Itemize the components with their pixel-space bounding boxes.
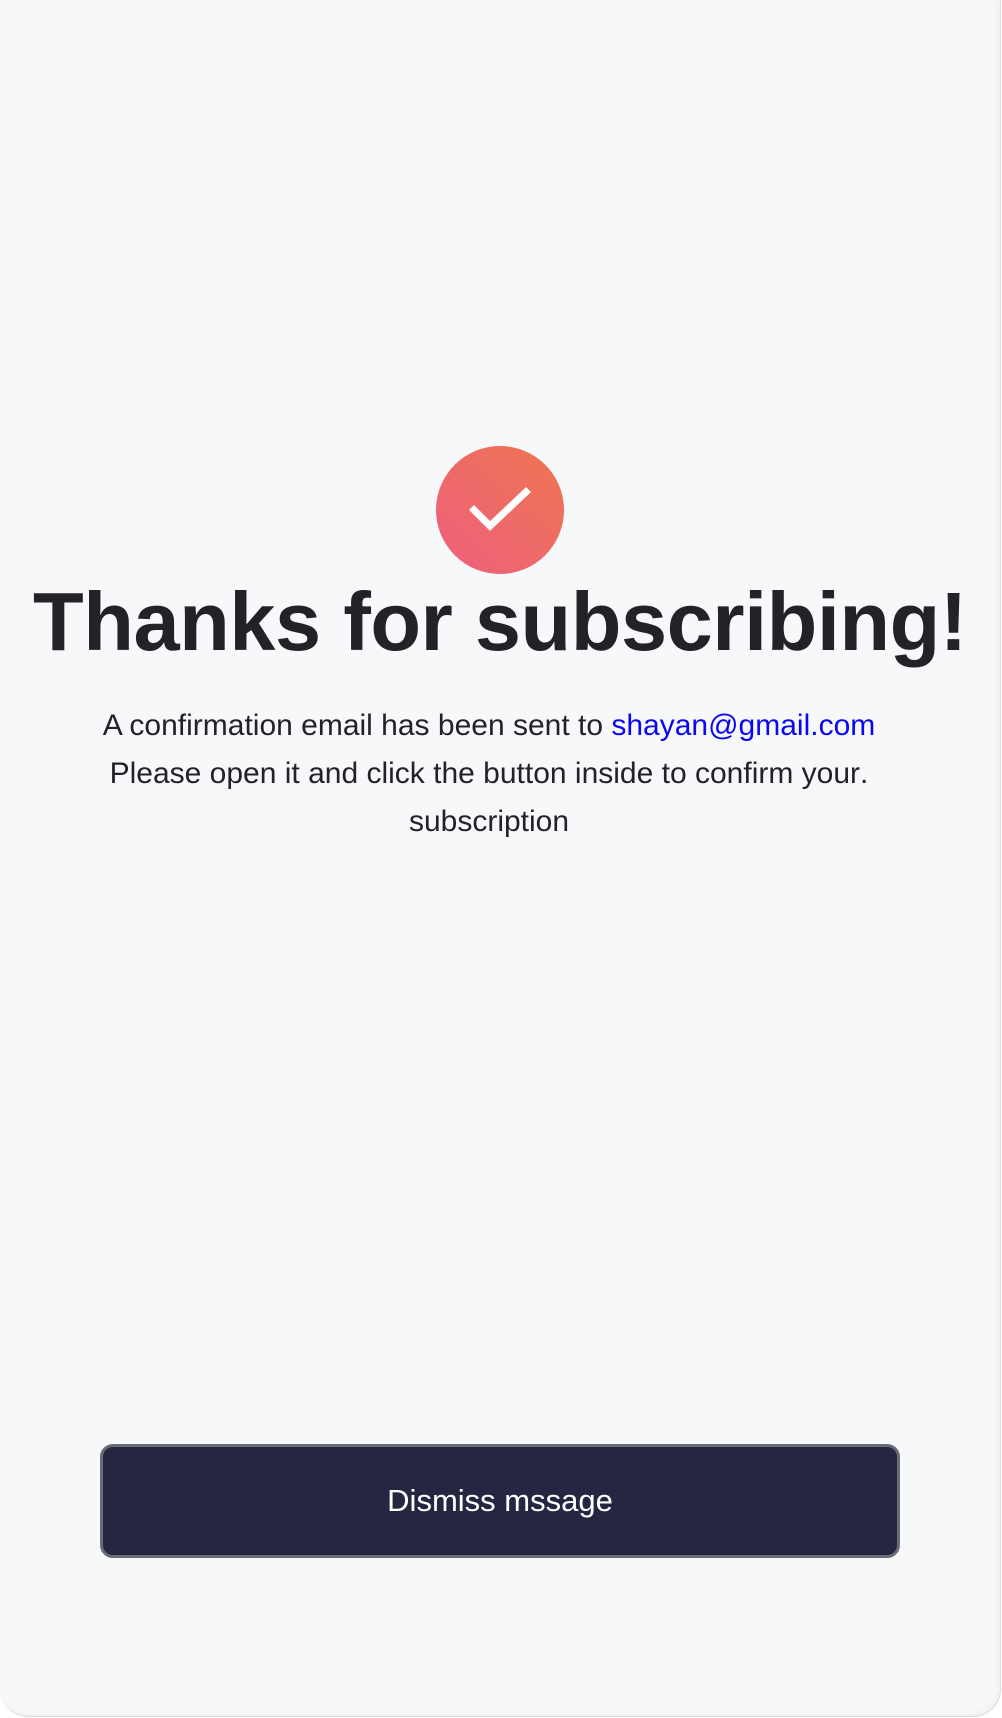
email-link[interactable]: shayan@gmail.com: [611, 709, 875, 742]
checkmark-icon: [436, 446, 564, 574]
message-prefix: A confirmation email has been sent to: [102, 709, 612, 742]
dismiss-button[interactable]: Dismiss mssage: [100, 1444, 900, 1558]
message-line-2: .Please open it and click the button ins…: [109, 757, 869, 790]
page-title: Thanks for subscribing!: [33, 575, 967, 668]
confirmation-message: A confirmation email has been sent to sh…: [70, 702, 908, 846]
confirmation-card: Thanks for subscribing! A confirmation e…: [0, 0, 1001, 1717]
message-line-3: subscription: [408, 805, 570, 838]
checkmark-glyph: [469, 487, 531, 531]
message-line-1: A confirmation email has been sent to sh…: [70, 702, 908, 750]
